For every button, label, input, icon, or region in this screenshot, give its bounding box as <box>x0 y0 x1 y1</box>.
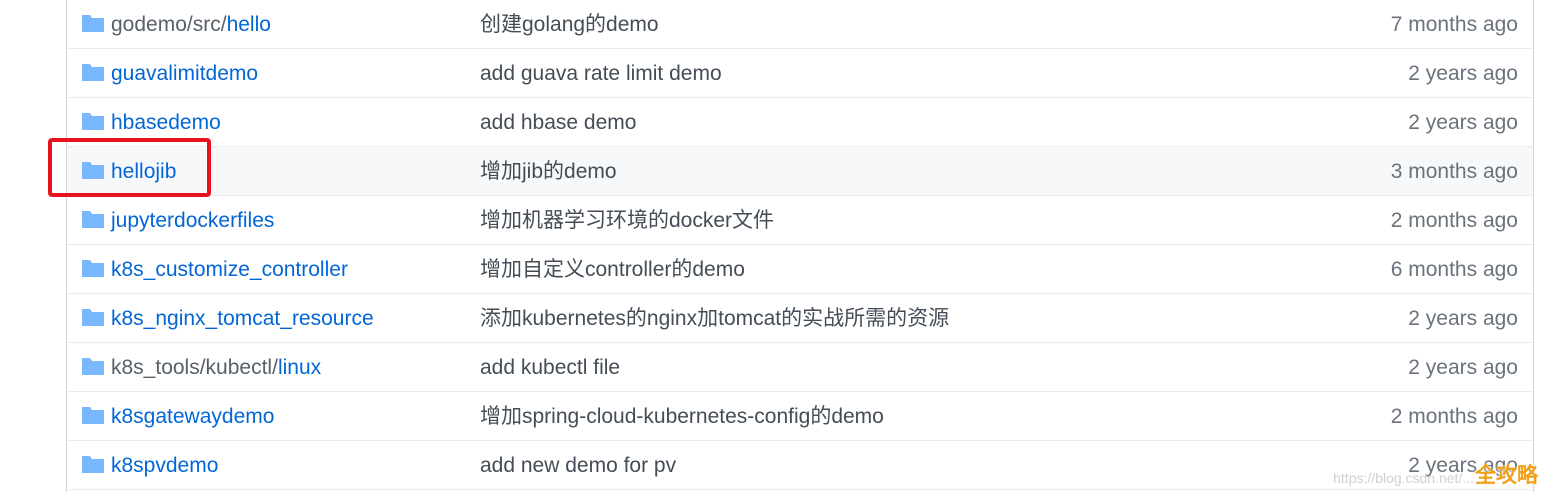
commit-age: 2 years ago <box>1408 111 1518 134</box>
directory-link[interactable]: godemo/src/hello <box>111 0 271 49</box>
folder-icon <box>82 111 104 131</box>
directory-link[interactable]: k8s_tools/kubectl/linux <box>111 343 321 392</box>
commit-age: 7 months ago <box>1390 13 1518 36</box>
commit-message[interactable]: add new demo for pv <box>480 441 676 490</box>
folder-icon <box>82 209 104 229</box>
folder-icon <box>82 13 104 33</box>
commit-message[interactable]: 添加kubernetes的nginx加tomcat的实战所需的资源 <box>480 294 949 343</box>
commit-message[interactable]: 增加机器学习环境的docker文件 <box>480 196 774 245</box>
folder-icon <box>82 160 104 180</box>
commit-message[interactable]: add kubectl file <box>480 343 620 392</box>
commit-message[interactable]: add guava rate limit demo <box>480 49 722 98</box>
table-row[interactable]: k8s_customize_controller 增加自定义controller… <box>67 245 1533 294</box>
table-row[interactable]: hbasedemo add hbase demo 2 years ago <box>67 98 1533 147</box>
commit-age: 2 months ago <box>1390 209 1518 232</box>
table-row[interactable]: godemo/src/hello 创建golang的demo 7 months … <box>67 0 1533 49</box>
folder-icon <box>82 405 104 425</box>
commit-message[interactable]: 创建golang的demo <box>480 0 659 49</box>
commit-message[interactable]: add hbase demo <box>480 98 636 147</box>
folder-icon <box>82 258 104 278</box>
table-row[interactable]: k8sgatewaydemo 增加spring-cloud-kubernetes… <box>67 392 1533 441</box>
commit-message[interactable]: 增加spring-cloud-kubernetes-config的demo <box>480 392 884 441</box>
commit-age: 2 years ago <box>1408 62 1518 85</box>
commit-message[interactable]: 增加自定义controller的demo <box>480 245 745 294</box>
table-row[interactable]: k8s_nginx_tomcat_resource 添加kubernetes的n… <box>67 294 1533 343</box>
table-row-highlighted[interactable]: hellojib 增加jib的demo 3 months ago <box>67 147 1533 196</box>
commit-age: 3 months ago <box>1390 160 1518 183</box>
directory-link[interactable]: k8s_customize_controller <box>111 245 348 294</box>
directory-link[interactable]: hellojib <box>111 147 176 196</box>
directory-link[interactable]: k8spvdemo <box>111 441 218 490</box>
table-row[interactable]: k8s_tools/kubectl/linux add kubectl file… <box>67 343 1533 392</box>
commit-age: 2 months ago <box>1390 405 1518 428</box>
table-row[interactable]: k8spvdemo add new demo for pv 2 years ag… <box>67 441 1533 490</box>
folder-icon <box>82 454 104 474</box>
file-list-table: godemo/src/hello 创建golang的demo 7 months … <box>66 0 1534 492</box>
directory-link[interactable]: k8sgatewaydemo <box>111 392 274 441</box>
directory-link[interactable]: hbasedemo <box>111 98 221 147</box>
folder-icon <box>82 62 104 82</box>
folder-icon <box>82 356 104 376</box>
table-row[interactable]: jupyterdockerfiles 增加机器学习环境的docker文件 2 m… <box>67 196 1533 245</box>
commit-age: 2 years ago <box>1408 454 1518 477</box>
folder-icon <box>82 307 104 327</box>
directory-link[interactable]: guavalimitdemo <box>111 49 258 98</box>
table-row[interactable]: guavalimitdemo add guava rate limit demo… <box>67 49 1533 98</box>
commit-message[interactable]: 增加jib的demo <box>480 147 617 196</box>
commit-age: 2 years ago <box>1408 356 1518 379</box>
directory-link[interactable]: k8s_nginx_tomcat_resource <box>111 294 374 343</box>
commit-age: 2 years ago <box>1408 307 1518 330</box>
commit-age: 6 months ago <box>1390 258 1518 281</box>
directory-link[interactable]: jupyterdockerfiles <box>111 196 274 245</box>
